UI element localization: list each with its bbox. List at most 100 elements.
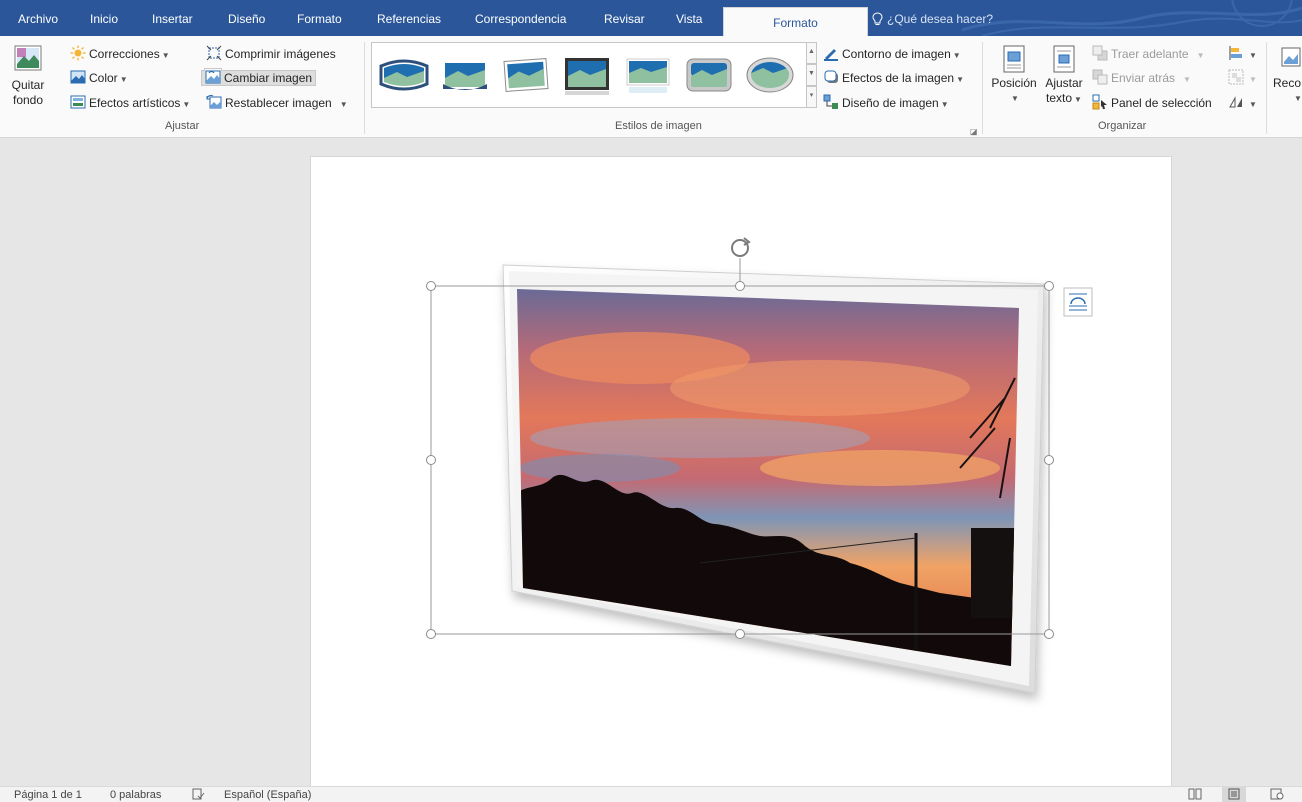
bring-forward-icon bbox=[1092, 45, 1108, 61]
proofing-icon[interactable] bbox=[192, 787, 205, 802]
chevron-down-icon: ▼ bbox=[940, 100, 949, 109]
posicion-button[interactable]: Posición ▼ bbox=[988, 44, 1040, 106]
correcciones-button[interactable]: Correcciones ▼ bbox=[70, 45, 170, 64]
tab-correspondencia[interactable]: Correspondencia bbox=[475, 0, 566, 36]
chevron-down-icon: ▼ bbox=[956, 75, 964, 84]
tab-formato-imagen[interactable]: Formato bbox=[723, 7, 868, 36]
style-thumbnail-4[interactable] bbox=[560, 52, 614, 98]
resize-handle-top-left[interactable] bbox=[426, 281, 436, 291]
group-label-estilos: Estilos de imagen bbox=[615, 120, 702, 132]
style-thumbnail-6[interactable] bbox=[682, 52, 736, 98]
ajustar-label-2: texto bbox=[1046, 91, 1073, 105]
diseno-imagen-button[interactable]: Diseño de imagen ▼ bbox=[823, 94, 949, 113]
tab-revisar[interactable]: Revisar bbox=[604, 0, 645, 36]
page-count[interactable]: Página 1 de 1 bbox=[14, 787, 82, 802]
enviar-atras-button[interactable]: Enviar atrás ▼ bbox=[1092, 69, 1191, 88]
traer-label: Traer adelante bbox=[1111, 47, 1189, 61]
artistic-effects-icon bbox=[70, 95, 86, 109]
chevron-down-icon: ▼ bbox=[1196, 51, 1205, 60]
resize-handle-bottom[interactable] bbox=[735, 629, 745, 639]
tab-referencias[interactable]: Referencias bbox=[377, 0, 441, 36]
tab-vista[interactable]: Vista bbox=[676, 0, 702, 36]
color-button[interactable]: Color ▼ bbox=[70, 69, 128, 88]
style-thumbnail-5[interactable] bbox=[621, 52, 675, 98]
efectos-imagen-button[interactable]: Efectos de la imagen ▼ bbox=[823, 69, 964, 88]
layout-options-icon[interactable] bbox=[1063, 287, 1093, 317]
document-area[interactable] bbox=[0, 138, 1302, 786]
contorno-label: Contorno de imagen bbox=[842, 47, 951, 61]
ajustar-texto-button[interactable]: Ajustar texto ▼ bbox=[1042, 44, 1086, 107]
resize-handle-right[interactable] bbox=[1044, 455, 1054, 465]
chevron-down-icon: ▼ bbox=[952, 51, 961, 60]
align-button[interactable]: ▼ bbox=[1228, 45, 1257, 64]
recortar-label: Reco bbox=[1273, 76, 1302, 90]
panel-seleccion-button[interactable]: Panel de selección bbox=[1092, 94, 1212, 111]
chevron-down-icon: ▼ bbox=[1249, 51, 1257, 60]
cambiar-label: Cambiar imagen bbox=[224, 71, 313, 85]
gallery-scroll-up[interactable]: ▲ bbox=[806, 42, 817, 64]
gallery-scroll-down[interactable]: ▼ bbox=[806, 64, 817, 86]
resize-handle-top-right[interactable] bbox=[1044, 281, 1054, 291]
group-label-ajustar: Ajustar bbox=[165, 120, 200, 132]
cambiar-imagen-button[interactable]: Cambiar imagen bbox=[200, 69, 317, 86]
chevron-down-icon: ▼ bbox=[182, 100, 191, 109]
web-layout-icon[interactable] bbox=[1270, 787, 1284, 802]
read-mode-icon[interactable] bbox=[1188, 787, 1202, 802]
sunset-photo[interactable] bbox=[500, 278, 1040, 678]
selection-pane-icon bbox=[1092, 94, 1107, 110]
picture-effects-icon bbox=[824, 70, 838, 83]
tell-me-search[interactable]: ¿Qué desea hacer? bbox=[872, 0, 993, 36]
traer-adelante-button[interactable]: Traer adelante ▼ bbox=[1092, 45, 1205, 64]
chevron-down-icon: ▼ bbox=[1249, 75, 1257, 84]
resize-handle-bottom-right[interactable] bbox=[1044, 629, 1054, 639]
contorno-imagen-button[interactable]: Contorno de imagen ▼ bbox=[823, 45, 961, 64]
language-indicator[interactable]: Español (España) bbox=[224, 787, 311, 802]
rotate-button[interactable]: ▼ bbox=[1228, 94, 1257, 113]
ajustar-label-1: Ajustar bbox=[1045, 76, 1083, 90]
quitar-fondo-label-1: Quitar bbox=[11, 78, 45, 92]
resize-handle-left[interactable] bbox=[426, 455, 436, 465]
word-count[interactable]: 0 palabras bbox=[110, 787, 161, 802]
crop-icon bbox=[1281, 47, 1301, 67]
chevron-down-icon: ▼ bbox=[161, 51, 170, 60]
gallery-more[interactable]: ▾ bbox=[806, 86, 817, 108]
rotate-handle-icon[interactable] bbox=[731, 237, 751, 257]
comprimir-imagenes-button[interactable]: Comprimir imágenes bbox=[206, 45, 336, 62]
group-objects-button[interactable]: ▼ bbox=[1228, 69, 1257, 88]
tab-inicio[interactable]: Inicio bbox=[90, 0, 118, 36]
posicion-label: Posición bbox=[991, 76, 1037, 90]
tab-insertar[interactable]: Insertar bbox=[152, 0, 193, 36]
ribbon-tab-bar: Archivo Inicio Insertar Diseño Formato R… bbox=[0, 0, 1302, 36]
print-layout-icon[interactable] bbox=[1222, 787, 1246, 802]
picture-color-icon bbox=[70, 70, 86, 84]
resize-handle-top[interactable] bbox=[735, 281, 745, 291]
tab-formato-texto[interactable]: Formato bbox=[297, 0, 342, 36]
tab-archivo[interactable]: Archivo bbox=[18, 0, 58, 36]
send-backward-icon bbox=[1092, 69, 1108, 85]
chevron-down-icon: ▼ bbox=[339, 100, 348, 109]
quitar-fondo-button[interactable]: Quitar fondo bbox=[8, 44, 48, 108]
style-thumbnail-2[interactable] bbox=[438, 52, 492, 98]
tab-diseno[interactable]: Diseño bbox=[228, 0, 265, 36]
dialog-launcher-icon[interactable]: ◪ bbox=[970, 124, 978, 137]
compress-pictures-icon bbox=[206, 45, 222, 61]
efectos-artisticos-button[interactable]: Efectos artísticos ▼ bbox=[70, 94, 190, 113]
recortar-button[interactable]: Reco ▼ bbox=[1270, 44, 1302, 106]
comprimir-label: Comprimir imágenes bbox=[225, 47, 336, 61]
efectos-artisticos-label: Efectos artísticos bbox=[89, 96, 181, 110]
group-objects-icon bbox=[1228, 69, 1244, 85]
picture-border-icon bbox=[824, 49, 838, 61]
group-label-organizar: Organizar bbox=[1098, 120, 1147, 132]
reset-picture-icon bbox=[206, 94, 222, 109]
style-thumbnail-1[interactable] bbox=[377, 52, 431, 98]
sun-icon bbox=[70, 45, 86, 61]
resize-handle-bottom-left[interactable] bbox=[426, 629, 436, 639]
align-icon bbox=[1229, 46, 1242, 60]
chevron-down-icon: ▼ bbox=[1183, 75, 1191, 84]
style-thumbnail-7[interactable] bbox=[743, 52, 797, 98]
style-thumbnail-3[interactable] bbox=[499, 52, 553, 98]
wrap-text-icon bbox=[1053, 45, 1075, 73]
restablecer-imagen-button[interactable]: Restablecer imagen ▼ bbox=[206, 94, 348, 113]
lightbulb-icon bbox=[872, 12, 883, 25]
chevron-down-icon: ▼ bbox=[119, 75, 128, 84]
